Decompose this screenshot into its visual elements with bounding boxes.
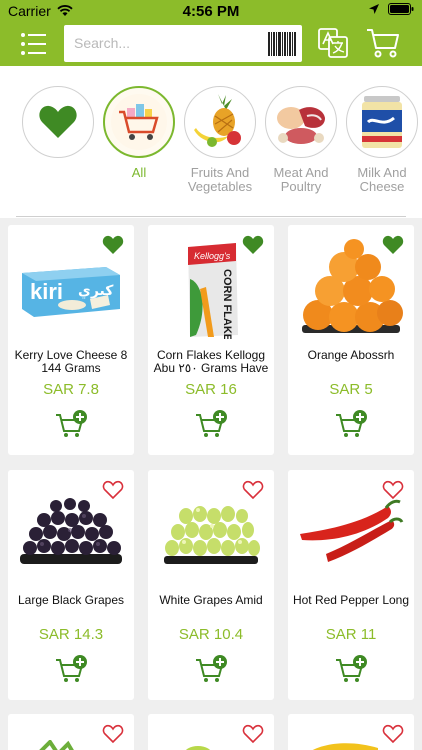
category-circle[interactable] — [346, 86, 418, 158]
product-name: Orange Abossrh — [307, 348, 395, 362]
status-bar: Carrier 4:56 PM — [0, 0, 422, 22]
heart-outline-icon[interactable] — [242, 724, 264, 744]
product-name: Large Black Grapes — [17, 593, 125, 607]
product-image — [164, 506, 260, 564]
milk-can-illustration-icon — [362, 96, 402, 148]
product-image — [312, 743, 378, 750]
product-card[interactable]: Kellogg's CORN FLAKES Corn Flakes Kellog… — [148, 225, 274, 455]
svg-text:kiri: kiri — [30, 279, 63, 304]
product-name: White Grapes Amid — [159, 593, 263, 607]
add-to-cart-icon[interactable] — [55, 409, 89, 439]
product-image — [20, 498, 122, 564]
category-fruits-vegetables[interactable]: Fruits And Vegetables — [184, 86, 256, 194]
top-bar: Search... — [0, 22, 422, 66]
product-image — [185, 746, 211, 750]
product-card[interactable]: kiri كيري Kerry Love Cheese 8 144 Grams … — [8, 225, 134, 455]
add-to-cart-icon[interactable] — [55, 654, 89, 684]
product-card[interactable]: White Grapes Amid SAR 10.4 — [148, 470, 274, 700]
category-all[interactable]: All — [103, 86, 175, 180]
category-circle[interactable] — [265, 86, 337, 158]
category-bar: All Fruits And Vegetables Meat And Poult… — [0, 66, 422, 218]
category-milk-cheese[interactable]: Milk And Cheese — [346, 86, 418, 194]
category-divider — [16, 216, 406, 217]
product-image: kiri كيري — [22, 267, 120, 317]
location-arrow-icon — [369, 4, 379, 14]
product-price: SAR 11 — [325, 626, 377, 643]
fruits-illustration-icon — [194, 94, 241, 147]
product-image — [300, 499, 404, 562]
add-to-cart-icon[interactable] — [195, 654, 229, 684]
translate-icon[interactable] — [318, 28, 348, 58]
cart-icon[interactable] — [366, 27, 400, 59]
category-label: All — [131, 165, 147, 180]
product-name: Corn Flakes Kellogg Abu ٢٥٠ Grams Have — [153, 348, 269, 375]
product-price: SAR 5 — [329, 381, 373, 398]
barcode-scanner-icon[interactable] — [268, 32, 296, 56]
product-name: Kerry Love Cheese 8 144 Grams — [14, 348, 128, 375]
svg-text:Kellogg's: Kellogg's — [194, 251, 231, 261]
product-name: Hot Red Pepper Long — [292, 593, 410, 607]
category-circle[interactable] — [22, 86, 94, 158]
add-to-cart-icon[interactable] — [335, 409, 369, 439]
clock: 4:56 PM — [182, 3, 240, 20]
shopping-cart-illustration-icon — [111, 94, 167, 150]
product-card[interactable] — [8, 714, 134, 750]
product-grid: kiri كيري Kerry Love Cheese 8 144 Grams … — [0, 218, 422, 750]
search-field[interactable]: Search... — [64, 25, 302, 62]
category-label: Meat And Poultry — [273, 165, 329, 194]
product-price: SAR 16 — [185, 381, 237, 398]
svg-text:CORN FLAKES: CORN FLAKES — [221, 269, 233, 339]
product-image — [302, 239, 403, 333]
category-label: Fruits And Vegetables — [187, 165, 253, 194]
product-image: Kellogg's CORN FLAKES — [188, 243, 238, 339]
product-price: SAR 10.4 — [178, 626, 244, 643]
product-price: SAR 14.3 — [38, 626, 104, 643]
meat-illustration-icon — [277, 107, 325, 144]
heart-outline-icon[interactable] — [382, 724, 404, 744]
category-meat-poultry[interactable]: Meat And Poultry — [265, 86, 337, 194]
product-image — [39, 740, 74, 750]
add-to-cart-icon[interactable] — [195, 409, 229, 439]
category-label: Milk And Cheese — [357, 165, 407, 194]
product-card[interactable] — [148, 714, 274, 750]
add-to-cart-icon[interactable] — [335, 654, 369, 684]
product-card[interactable]: Large Black Grapes SAR 14.3 — [8, 470, 134, 700]
category-favorites[interactable] — [22, 86, 94, 158]
product-price: SAR 7.8 — [43, 381, 99, 398]
svg-text:كيري: كيري — [78, 283, 114, 300]
category-circle[interactable] — [184, 86, 256, 158]
menu-icon[interactable] — [20, 31, 48, 57]
heart-outline-icon[interactable] — [102, 724, 124, 744]
battery-icon — [388, 3, 414, 15]
category-circle[interactable] — [103, 86, 175, 158]
search-input[interactable]: Search... — [74, 35, 130, 51]
product-card[interactable]: Hot Red Pepper Long SAR 11 — [288, 470, 414, 700]
product-card[interactable] — [288, 714, 414, 750]
product-card[interactable]: Orange Abossrh SAR 5 — [288, 225, 414, 455]
heart-icon — [39, 105, 77, 138]
